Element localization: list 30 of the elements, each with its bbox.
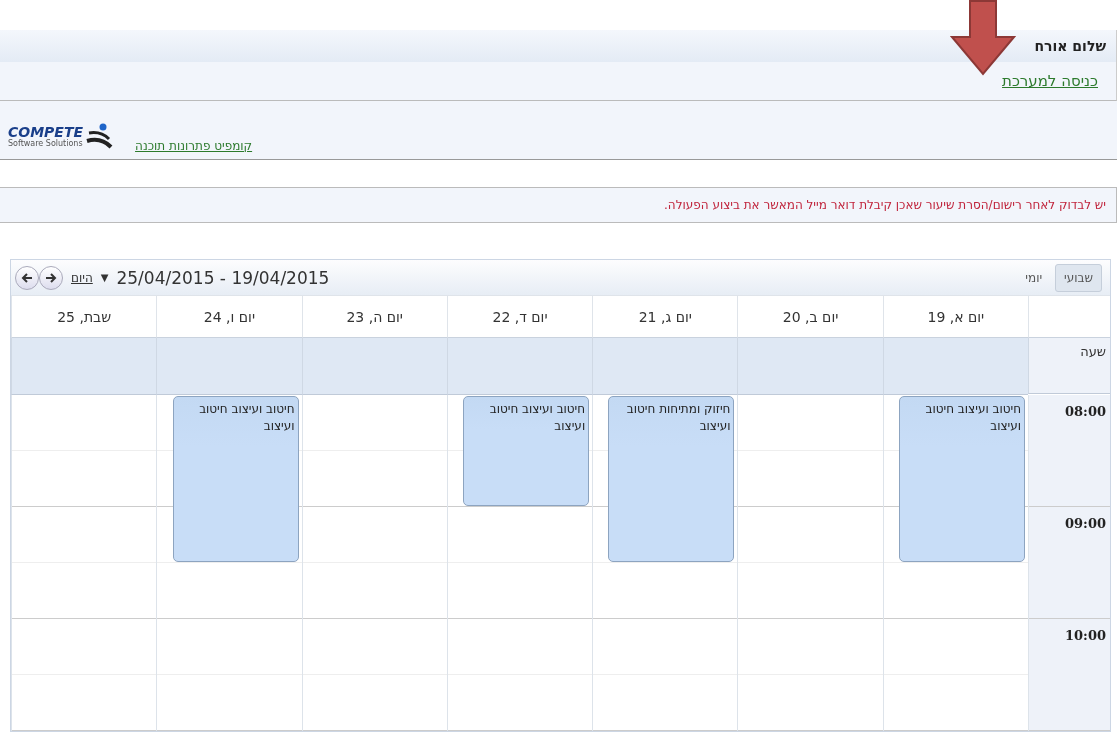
view-tab[interactable]: יומי xyxy=(1016,263,1052,292)
calendar-event[interactable]: חיטוב ועיצוב חיטוב ועיצוב xyxy=(899,396,1025,562)
next-button[interactable] xyxy=(39,265,63,290)
notice-message: יש לבדוק לאחר רישום/הסרת שיעור שאכן קיבלת דואר מייל המאשר את ביצוע הפעולה. xyxy=(0,187,1117,223)
date-range: 25/04/2015 - 19/04/2015 xyxy=(116,267,330,288)
day-header: יום ה, 23 xyxy=(301,295,447,338)
login-link[interactable]: כניסה למערכת xyxy=(1002,72,1098,90)
hour-label: 09:00 xyxy=(1065,516,1106,531)
hour-header: שעה xyxy=(1080,344,1106,359)
day-header: יום ד, 22 xyxy=(446,295,593,338)
calendar-event[interactable]: חיטוב ועיצוב חיטוב ועיצוב xyxy=(463,396,590,506)
calendar-event[interactable]: חיטוב ועיצוב חיטוב ועיצוב xyxy=(172,396,299,562)
day-header: יום ג, 21 xyxy=(592,295,738,338)
day-header: יום ב, 20 xyxy=(737,295,883,338)
previous-button[interactable] xyxy=(15,265,39,290)
company-link[interactable]: קומפיט פתרונות תוכנה xyxy=(135,139,253,153)
day-header: יום ו, 24 xyxy=(156,295,302,338)
hour-label: 08:00 xyxy=(1065,404,1106,419)
calendar-event[interactable]: חיזוק ומתיחות חיטוב ועיצוב xyxy=(608,396,735,562)
left-arrow-icon xyxy=(21,271,33,284)
dropdown-toggle[interactable]: ▼ xyxy=(100,272,109,283)
greeting-text: שלום אורח xyxy=(1034,38,1106,54)
company-logo: COMPETE Software Solutions xyxy=(8,123,116,149)
down-arrow-icon xyxy=(950,0,1016,76)
day-header: שבת, 25 xyxy=(11,295,157,338)
right-arrow-icon xyxy=(45,271,57,284)
hour-label: 10:00 xyxy=(1065,628,1106,643)
today-link[interactable]: היום xyxy=(71,270,93,285)
day-header: יום א, 19 xyxy=(882,295,1028,338)
view-tab[interactable]: שבועי xyxy=(1055,263,1102,292)
